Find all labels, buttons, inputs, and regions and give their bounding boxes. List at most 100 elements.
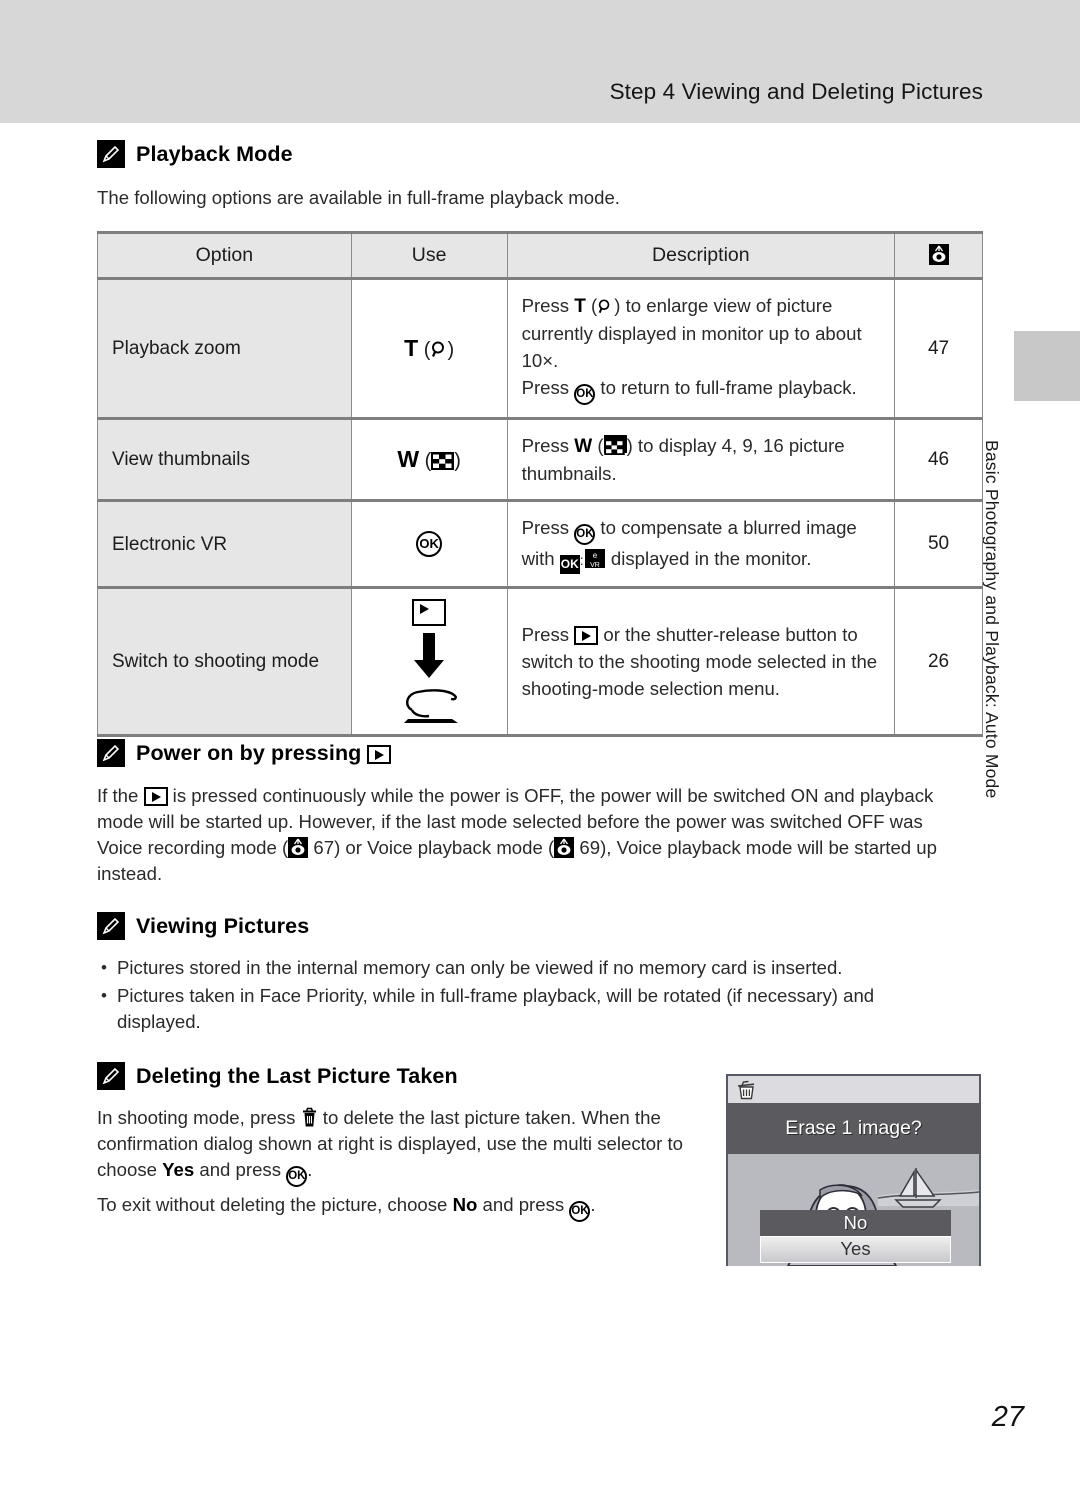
manual-page: Step 4 Viewing and Deleting Pictures Bas…: [0, 0, 1080, 1486]
paren-open: (: [418, 339, 431, 361]
column-header-description: Description: [506, 231, 896, 280]
desc-text-c: Press: [521, 377, 575, 398]
column-header-option: Option: [97, 231, 352, 280]
del-text-c: and press: [194, 1159, 287, 1180]
wide-letter-inline: W: [574, 436, 593, 457]
del-text-a: In shooting mode, press: [97, 1107, 301, 1128]
svg-text:VR: VR: [590, 562, 600, 569]
chapter-tab-block: [1014, 331, 1080, 401]
row-description: Press T () to enlarge view of picture cu…: [506, 278, 896, 420]
trash-can-icon: [301, 1107, 318, 1128]
ok-square-icon: OK: [559, 555, 580, 574]
thumbnail-grid-icon: [603, 435, 627, 455]
column-header-use: Use: [350, 231, 508, 280]
table-row: Playback zoom T () Press T () to enlarge…: [97, 278, 983, 420]
viewing-pictures-heading-text: Viewing Pictures: [136, 913, 310, 938]
del2-text-b: and press: [477, 1194, 570, 1215]
row-use-cell: OK: [350, 500, 508, 589]
deleting-paragraph-2: To exit without deleting the picture, ch…: [97, 1192, 697, 1222]
playback-mode-heading-text: Playback Mode: [136, 141, 293, 166]
list-item: Pictures taken in Face Priority, while i…: [97, 983, 957, 1035]
table-row: View thumbnails W () Press W () to displ…: [97, 418, 983, 502]
lcd-option-yes[interactable]: Yes: [760, 1236, 951, 1263]
row-description: Press or the shutter-release button to s…: [506, 587, 896, 737]
desc-text-a: Press: [521, 624, 575, 645]
row-reference-page: 46: [894, 418, 983, 502]
magnifier-icon: [430, 340, 447, 359]
magnifier-icon: [597, 295, 614, 314]
deleting-paragraph-1: In shooting mode, press to delete the la…: [97, 1105, 687, 1187]
row-option-label: Switch to shooting mode: [97, 587, 352, 737]
reference-icon: [288, 837, 309, 858]
row-description: Press W () to display 4, 9, 16 picture t…: [506, 418, 896, 502]
power-text-a: If the: [97, 785, 144, 806]
row-use-cell: [350, 587, 508, 737]
tele-zoom-letter: T: [404, 335, 419, 361]
table-row: Electronic VR OK Press OK to compensate …: [97, 500, 983, 589]
lcd-top-bar: [728, 1076, 979, 1103]
row-option-label: Playback zoom: [97, 278, 352, 420]
playback-mode-heading: Playback Mode: [97, 140, 293, 168]
row-reference-page: 26: [894, 587, 983, 737]
list-item: Pictures stored in the internal memory c…: [97, 955, 957, 981]
shutter-release-button-icon: [404, 689, 459, 723]
svg-text:e: e: [592, 551, 597, 560]
page-number: 27: [991, 1401, 1024, 1433]
paren-close: ): [447, 339, 455, 361]
wide-zoom-letter: W: [397, 446, 420, 472]
electronic-vr-icon: e VR: [584, 548, 606, 569]
row-option-label: View thumbnails: [97, 418, 352, 502]
page-title: Step 4 Viewing and Deleting Pictures: [609, 79, 983, 104]
camera-lcd-illustration: Erase 1 image? No Yes: [726, 1074, 981, 1266]
power-on-heading: Power on by pressing: [97, 739, 392, 767]
viewing-pictures-list: Pictures stored in the internal memory c…: [97, 955, 957, 1037]
row-reference-page: 47: [894, 278, 983, 420]
row-option-label: Electronic VR: [97, 500, 352, 589]
viewing-pictures-heading: Viewing Pictures: [97, 912, 309, 940]
power-on-paragraph: If the is pressed continuously while the…: [97, 783, 947, 887]
power-ref-1: 67: [308, 837, 335, 858]
desc-text-a: Press: [521, 517, 575, 538]
down-arrow-icon: [414, 633, 445, 678]
pencil-icon: [97, 912, 125, 940]
playback-button-icon: [143, 787, 168, 806]
pencil-icon: [97, 140, 125, 168]
reference-icon: [928, 244, 949, 265]
row-reference-page: 50: [894, 500, 983, 589]
paren-open: (: [419, 450, 432, 472]
desc-text-d: to return to full-frame playback.: [595, 377, 857, 398]
row-use-cell: W (): [350, 418, 508, 502]
del2-text-c: .: [590, 1194, 596, 1215]
yes-label: Yes: [162, 1159, 195, 1180]
power-ref-2: 69: [574, 837, 601, 858]
playback-button-icon: [574, 626, 599, 645]
ok-button-icon: OK: [569, 1201, 591, 1222]
no-label: No: [452, 1194, 478, 1215]
deleting-heading-text: Deleting the Last Picture Taken: [136, 1063, 458, 1088]
ok-button-icon: OK: [416, 531, 443, 557]
del2-text-a: To exit without deleting the picture, ch…: [97, 1194, 453, 1215]
reference-icon: [554, 837, 575, 858]
lcd-option-no[interactable]: No: [760, 1210, 951, 1236]
desc-text-a: Press: [521, 435, 575, 456]
pencil-icon: [97, 739, 125, 767]
ok-button-icon: OK: [574, 384, 596, 405]
del-text-d: .: [307, 1159, 313, 1180]
playback-button-icon: [367, 744, 392, 764]
tele-letter-inline: T: [574, 296, 586, 317]
playback-options-table: Option Use Description Playback zoom T (…: [97, 231, 983, 737]
thumbnail-grid-icon: [431, 452, 455, 470]
desc-text-a: Press: [521, 295, 575, 316]
playback-mode-intro: The following options are available in f…: [97, 187, 620, 208]
pencil-icon: [97, 1062, 125, 1090]
lcd-confirm-question: Erase 1 image?: [728, 1103, 979, 1154]
power-on-heading-text: Power on by pressing: [136, 741, 392, 766]
desc-text-c: displayed in the monitor.: [605, 548, 812, 569]
row-description: Press OK to compensate a blurred image w…: [506, 500, 896, 589]
table-row: Switch to shooting mode Press or the shu…: [97, 587, 983, 737]
trash-can-icon: [735, 1080, 757, 1105]
page-header-band: Step 4 Viewing and Deleting Pictures: [0, 0, 1080, 123]
deleting-heading: Deleting the Last Picture Taken: [97, 1062, 458, 1090]
power-text-c: ) or Voice playback mode (: [334, 837, 555, 858]
row-use-cell: T (): [350, 278, 508, 420]
